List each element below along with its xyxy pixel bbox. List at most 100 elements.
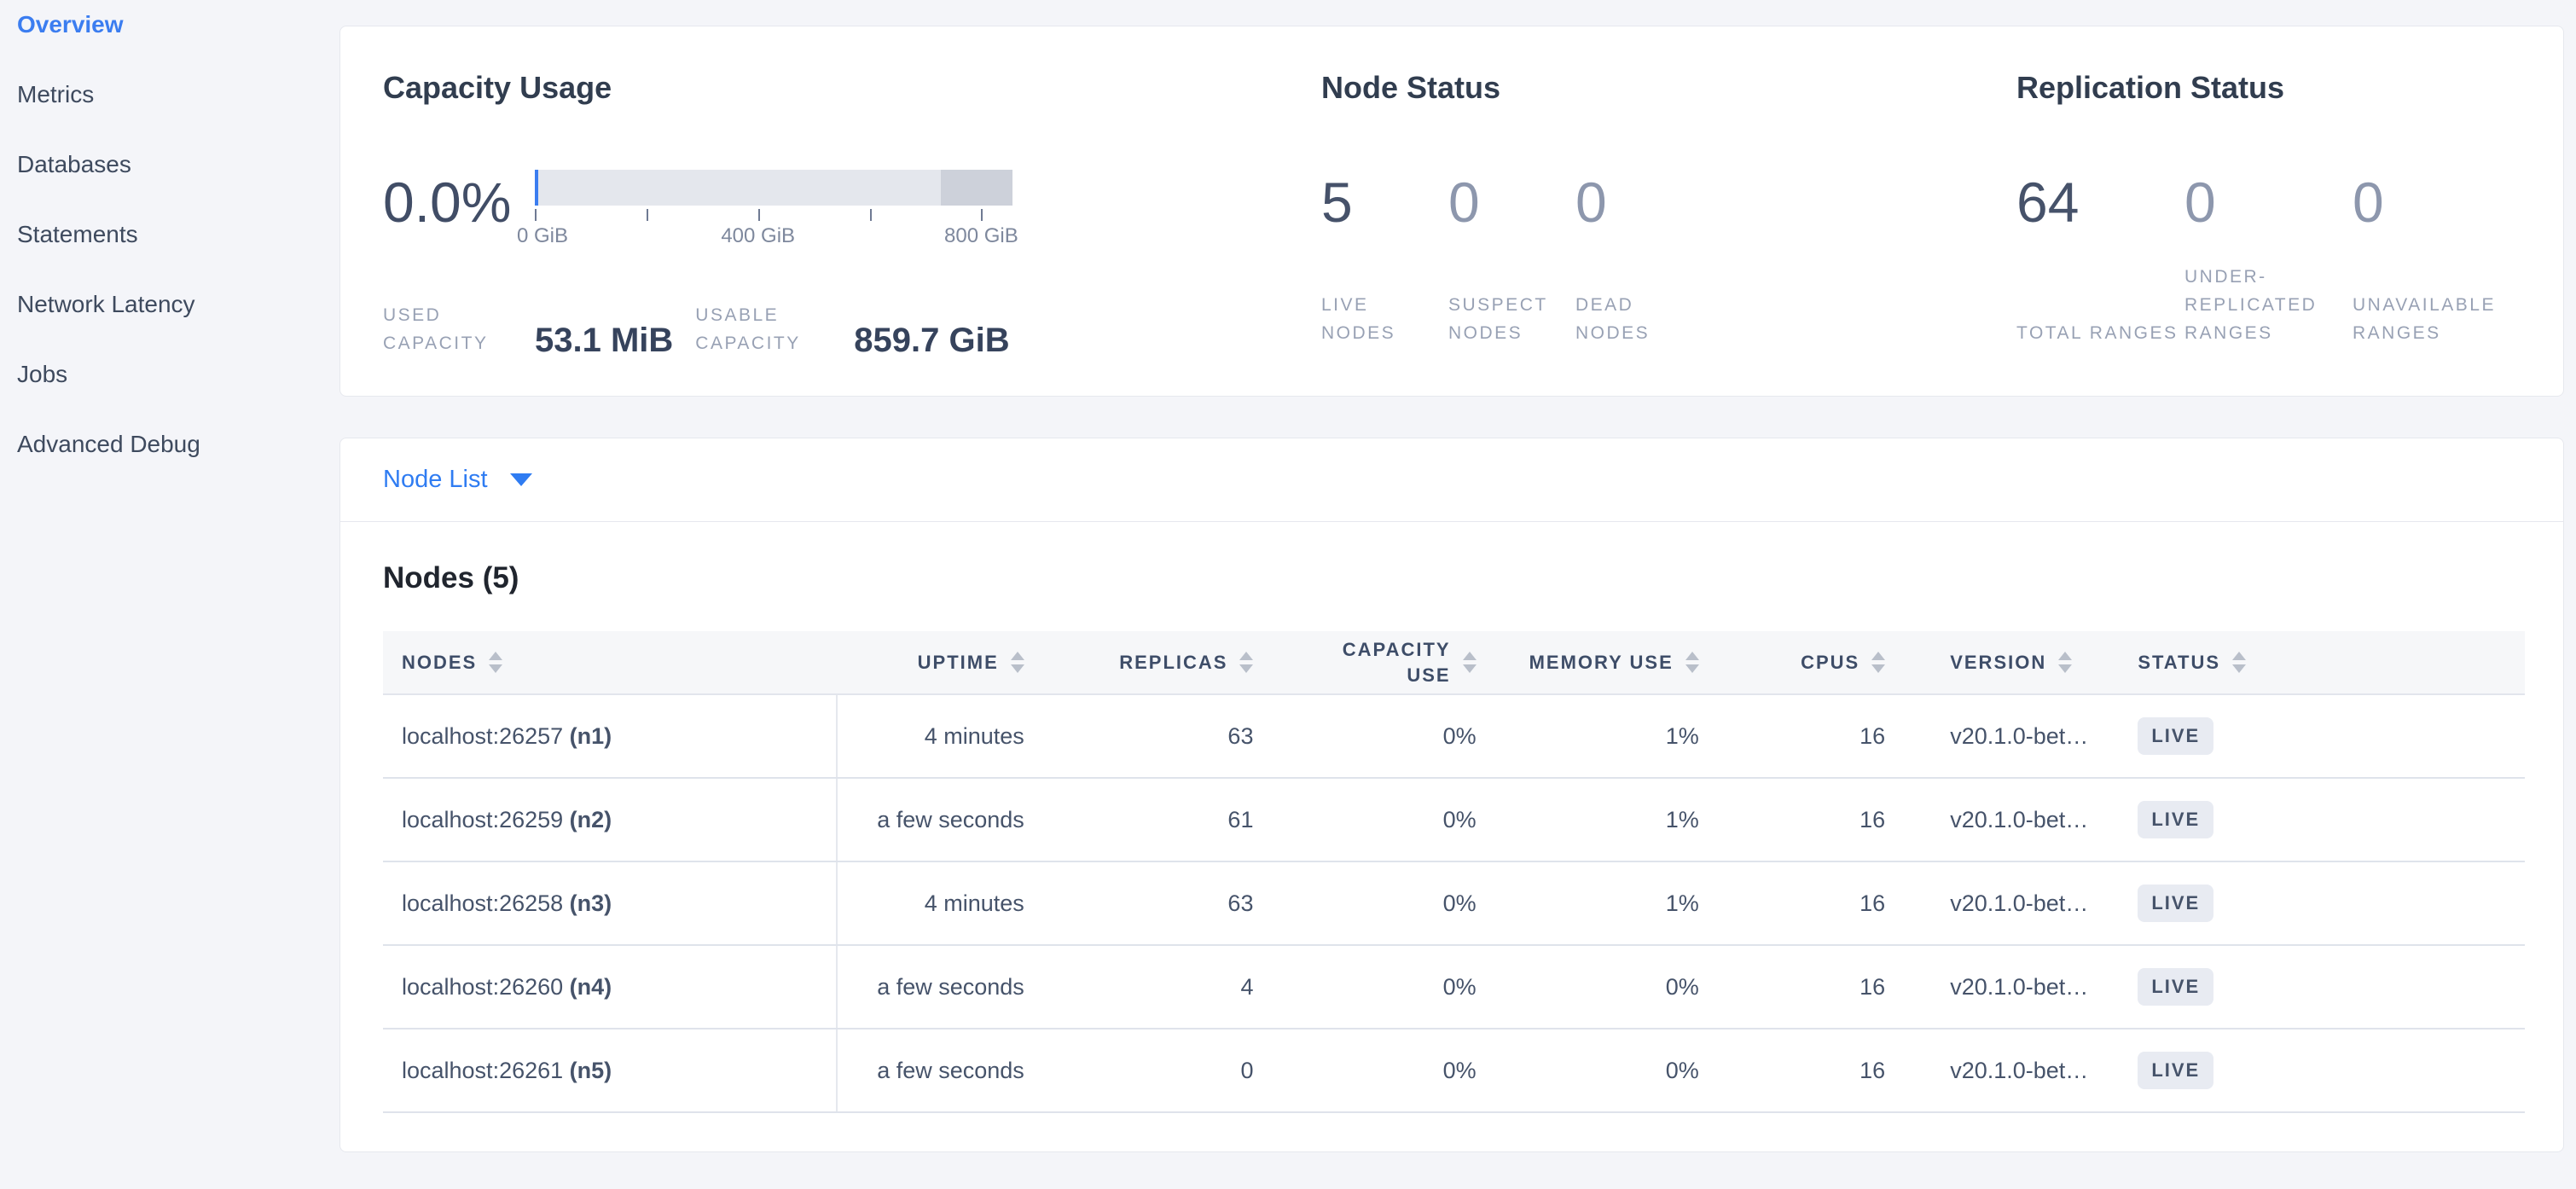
node-address: localhost:26259 <box>402 807 570 832</box>
sidebar-nav: Overview Metrics Databases Statements Networ… <box>17 12 339 457</box>
cell-uptime: 4 minutes <box>837 694 1027 778</box>
cell-cpus: 16 <box>1703 1029 1888 1112</box>
sidebar-item-jobs[interactable]: Jobs <box>17 362 339 387</box>
sort-desc-icon <box>2058 664 2072 673</box>
nodes-heading: Nodes (5) <box>383 558 2525 599</box>
axis-tick-label: 0 GiB <box>517 224 568 248</box>
cell-replicas: 0 <box>1028 1029 1257 1112</box>
cell-uptime: a few seconds <box>837 778 1027 861</box>
column-header-cpus[interactable]: CPUS <box>1703 631 1888 694</box>
capacity-gauge-reserved-segment <box>941 170 1012 206</box>
column-label: VERSION <box>1950 652 2046 674</box>
cell-status: LIVE <box>2107 694 2525 778</box>
capacity-stat-used-capacity: USED CAPACITY53.1 MiB <box>383 301 673 357</box>
node-status-numbers: 500 <box>1321 170 2016 235</box>
column-label: STATUS <box>2138 652 2220 674</box>
node-list-card: Node List Nodes (5) NODES UPTIMEREPLICAS C… <box>339 438 2564 1152</box>
axis-tick <box>981 209 983 221</box>
capacity-gauge-axis-labels: 0 GiB400 GiB800 GiB <box>535 223 1012 248</box>
nodes-table: NODES UPTIMEREPLICAS CAPACITY USE MEMORY US… <box>383 631 2525 1113</box>
node-address: localhost:26258 <box>402 890 570 916</box>
stat-label-unavailable-ranges: UNAVAILABLE RANGES <box>2353 291 2521 347</box>
column-header-replicas[interactable]: REPLICAS <box>1028 631 1257 694</box>
sort-desc-icon <box>1463 664 1477 673</box>
cell-cpus: 16 <box>1703 778 1888 861</box>
cell-memory-use: 1% <box>1480 861 1703 945</box>
status-badge: LIVE <box>2138 884 2213 922</box>
cell-node-name: localhost:26257 (n1) <box>383 694 837 778</box>
column-label: MEMORY USE <box>1529 652 1674 674</box>
sort-icon <box>1871 652 1885 673</box>
stat-value: 53.1 MiB <box>535 322 673 359</box>
replication-status-panel: Replication Status 6400 TOTAL RANGESUNDE… <box>2016 67 2521 349</box>
cell-status: LIVE <box>2107 945 2525 1029</box>
sort-asc-icon <box>2232 652 2246 660</box>
capacity-gauge-bar <box>535 170 1012 206</box>
column-label: CAPACITY USE <box>1335 637 1451 688</box>
sidebar-item-statements[interactable]: Statements <box>17 222 339 247</box>
cell-uptime: 4 minutes <box>837 861 1027 945</box>
nodes-table-section: Nodes (5) NODES UPTIMEREPLICAS CAPACITY US… <box>340 522 2563 1151</box>
sort-icon <box>1685 652 1699 673</box>
capacity-gauge-row: 0.0% 0 GiB400 GiB800 GiB <box>383 170 1321 248</box>
column-label: NODES <box>402 652 477 674</box>
sidebar-item-advanced-debug[interactable]: Advanced Debug <box>17 432 339 457</box>
cell-status: LIVE <box>2107 778 2525 861</box>
sort-desc-icon <box>1239 664 1253 673</box>
sort-desc-icon <box>1685 664 1699 673</box>
sort-asc-icon <box>1011 652 1024 660</box>
main-content: Capacity Usage 0.0% 0 GiB400 GiB800 GiB … <box>339 0 2576 1189</box>
stat-value-unavailable-ranges: 0 <box>2353 170 2521 235</box>
sidebar-item-databases[interactable]: Databases <box>17 152 339 177</box>
view-selector-bar: Node List <box>340 438 2563 522</box>
column-header-inner: STATUS <box>2107 652 2525 674</box>
cell-cpus: 16 <box>1703 861 1888 945</box>
column-header-capacity[interactable]: CAPACITY USE <box>1256 631 1479 694</box>
cell-status: LIVE <box>2107 861 2525 945</box>
node-status-title: Node Status <box>1321 67 2016 108</box>
chevron-down-icon <box>510 473 532 486</box>
cell-node-name: localhost:26259 (n2) <box>383 778 837 861</box>
table-row[interactable]: localhost:26258 (n3)4 minutes630%1%16v20… <box>383 861 2525 945</box>
capacity-used-percent: 0.0% <box>383 170 535 235</box>
replication-status-title: Replication Status <box>2016 67 2521 108</box>
replication-status-numbers: 6400 <box>2016 170 2521 235</box>
capacity-usage-panel: Capacity Usage 0.0% 0 GiB400 GiB800 GiB … <box>383 67 1321 349</box>
sort-desc-icon <box>489 664 502 673</box>
cell-memory-use: 1% <box>1480 694 1703 778</box>
sidebar-item-metrics[interactable]: Metrics <box>17 82 339 107</box>
axis-tick <box>647 209 648 221</box>
column-header-nodes[interactable]: NODES <box>383 631 837 694</box>
table-row[interactable]: localhost:26257 (n1)4 minutes630%1%16v20… <box>383 694 2525 778</box>
status-badge: LIVE <box>2138 1052 2213 1089</box>
cell-node-name: localhost:26260 (n4) <box>383 945 837 1029</box>
column-header-uptime[interactable]: UPTIME <box>837 631 1027 694</box>
column-header-memory[interactable]: MEMORY USE <box>1480 631 1703 694</box>
cell-replicas: 63 <box>1028 861 1257 945</box>
column-header-inner: CAPACITY USE <box>1256 637 1479 688</box>
table-row[interactable]: localhost:26261 (n5)a few seconds00%0%16… <box>383 1029 2525 1112</box>
column-header-inner: UPTIME <box>837 652 1027 674</box>
sort-icon <box>1011 652 1024 673</box>
node-list-dropdown[interactable]: Node List <box>383 466 532 494</box>
node-address: localhost:26260 <box>402 974 570 1000</box>
sort-asc-icon <box>1871 652 1885 660</box>
node-status-panel: Node Status 500 LIVE NODESSUSPECT NODESD… <box>1321 67 2016 349</box>
cell-replicas: 61 <box>1028 778 1257 861</box>
sort-asc-icon <box>2058 652 2072 660</box>
cell-capacity-use: 0% <box>1256 694 1479 778</box>
table-row[interactable]: localhost:26259 (n2)a few seconds610%1%1… <box>383 778 2525 861</box>
cell-version: v20.1.0-bet… <box>1888 778 2107 861</box>
sort-desc-icon <box>2232 664 2246 673</box>
column-header-status[interactable]: STATUS <box>2107 631 2525 694</box>
cell-version: v20.1.0-bet… <box>1888 1029 2107 1112</box>
cell-capacity-use: 0% <box>1256 1029 1479 1112</box>
axis-tick-label: 800 GiB <box>944 224 1018 248</box>
sidebar-item-network-latency[interactable]: Network Latency <box>17 292 339 317</box>
column-header-version[interactable]: VERSION <box>1888 631 2107 694</box>
table-row[interactable]: localhost:26260 (n4)a few seconds40%0%16… <box>383 945 2525 1029</box>
node-status-labels: LIVE NODESSUSPECT NODESDEAD NODES <box>1321 262 2016 347</box>
node-id: (n3) <box>570 890 612 916</box>
cell-memory-use: 0% <box>1480 1029 1703 1112</box>
sidebar-item-overview[interactable]: Overview <box>17 12 339 38</box>
